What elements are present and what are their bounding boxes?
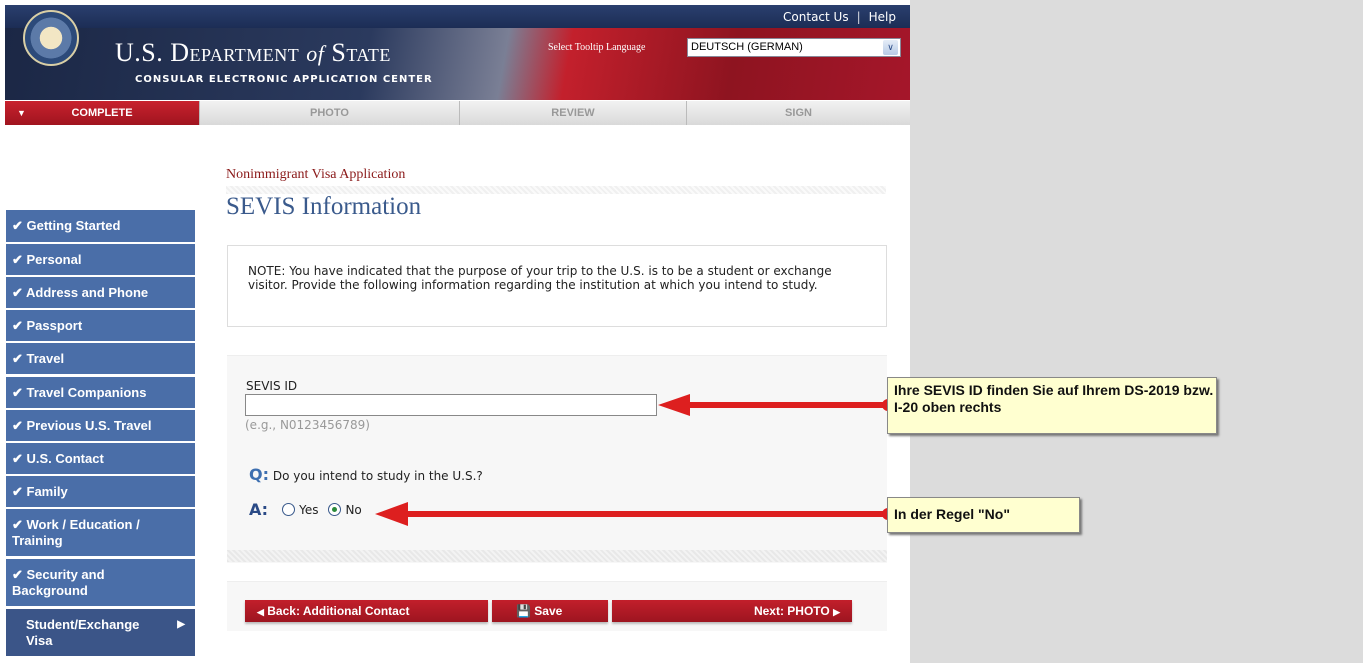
annotation-arrows <box>375 394 894 526</box>
arrow-to-sevis-input <box>658 394 894 416</box>
arrow-to-no-radio <box>375 502 894 526</box>
tooltip-callout-sevis: Ihre SEVIS ID finden Sie auf Ihrem DS-20… <box>887 377 1217 434</box>
tooltip-callout-study: In der Regel "No" <box>887 497 1080 533</box>
